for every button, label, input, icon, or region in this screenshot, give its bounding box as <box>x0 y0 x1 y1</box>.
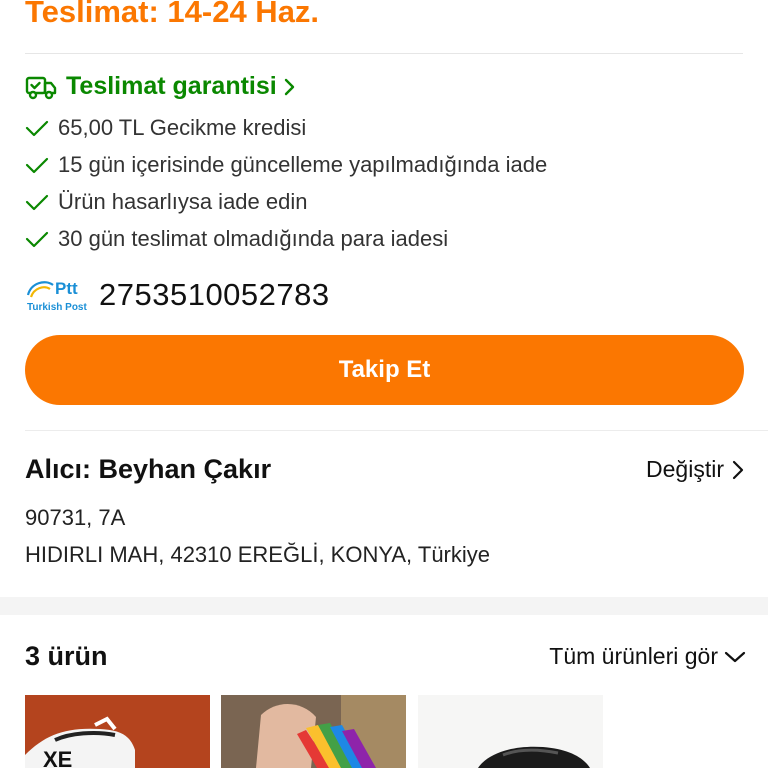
address-line-1: 90731, 7A <box>25 505 126 530</box>
guarantee-item: 15 gün içerisinde güncelleme yapılmadığı… <box>25 152 547 178</box>
tracking-row: Ptt Turkish Post 2753510052783 <box>25 275 330 315</box>
change-address-label: Değiştir <box>646 456 724 482</box>
sneaker-image: XE <box>25 695 210 768</box>
ptt-logo-text: Ptt <box>55 279 78 298</box>
guarantee-item: 30 gün teslimat olmadığında para iadesi <box>25 226 448 252</box>
divider <box>25 430 768 431</box>
guarantee-item-text: 30 gün teslimat olmadığında para iadesi <box>58 226 449 251</box>
change-address-button[interactable]: Değiştir <box>646 456 744 483</box>
delivery-truck-icon <box>25 76 57 99</box>
check-icon <box>25 194 49 211</box>
track-shipment-button[interactable]: Takip Et <box>25 335 744 405</box>
shoe-image <box>418 695 603 768</box>
sneaker-print-text: XE <box>43 747 72 768</box>
tracking-number: 2753510052783 <box>99 277 330 312</box>
view-all-products-label: Tüm ürünleri gör <box>549 643 718 669</box>
check-icon <box>25 231 49 248</box>
view-all-products-button[interactable]: Tüm ürünleri gör <box>549 643 746 670</box>
chevron-right-icon <box>284 78 294 95</box>
product-count: 3 ürün <box>25 641 108 671</box>
product-thumbnail[interactable]: XE <box>25 695 210 768</box>
chevron-right-icon <box>732 460 744 479</box>
delivery-date-title: Teslimat: 14-24 Haz. <box>25 0 320 29</box>
guarantee-item-text: Ürün hasarlıysa iade edin <box>58 189 308 214</box>
guarantee-item: Ürün hasarlıysa iade edin <box>25 189 307 215</box>
guarantee-item-text: 65,00 TL Gecikme kredisi <box>58 115 307 140</box>
ptt-logo: Ptt Turkish Post <box>25 275 91 315</box>
delivery-guarantee-title: Teslimat garantisi <box>66 72 277 100</box>
divider <box>25 53 743 54</box>
check-icon <box>25 120 49 137</box>
guarantee-item: 65,00 TL Gecikme kredisi <box>25 115 306 141</box>
address-line-2: HIDIRLI MAH, 42310 EREĞLİ, KONYA, Türkiy… <box>25 542 491 567</box>
product-thumbnail[interactable] <box>221 695 406 768</box>
chevron-down-icon <box>724 651 746 662</box>
delivery-guarantee-link[interactable]: Teslimat garantisi <box>25 72 297 101</box>
product-thumbnail[interactable] <box>418 695 603 768</box>
recipient-name: Alıcı: Beyhan Çakır <box>25 454 272 484</box>
section-separator <box>0 597 768 615</box>
check-icon <box>25 157 49 174</box>
ptt-logo-subtext: Turkish Post <box>27 302 87 313</box>
slipper-image <box>221 695 406 768</box>
guarantee-item-text: 15 gün içerisinde güncelleme yapılmadığı… <box>58 152 548 177</box>
